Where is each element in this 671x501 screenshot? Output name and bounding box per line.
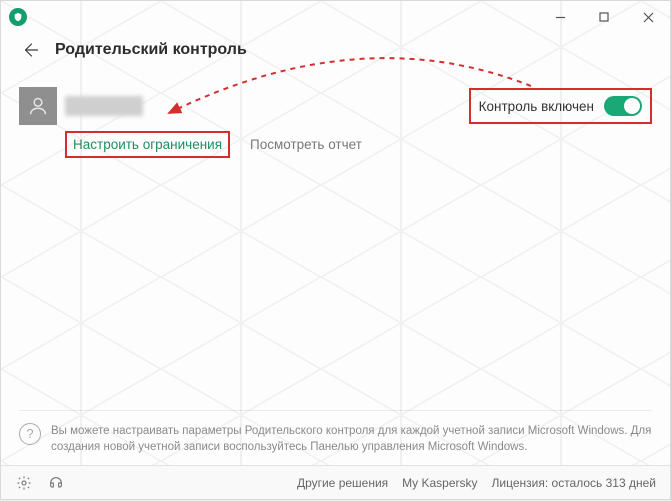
- view-report-link[interactable]: Посмотреть отчет: [250, 137, 362, 152]
- minimize-button[interactable]: [538, 3, 582, 31]
- titlebar: [1, 1, 670, 33]
- control-toggle-group: Контроль включен: [469, 88, 652, 124]
- other-solutions-link[interactable]: Другие решения: [297, 476, 388, 490]
- configure-restrictions-link[interactable]: Настроить ограничения: [65, 131, 230, 158]
- header: Родительский контроль: [1, 33, 670, 75]
- back-button[interactable]: [19, 39, 41, 61]
- footer-tip: ? Вы можете настраивать параметры Родите…: [19, 410, 652, 455]
- control-toggle-label: Контроль включен: [479, 99, 594, 114]
- support-icon[interactable]: [47, 474, 65, 492]
- control-toggle-switch[interactable]: [604, 96, 642, 116]
- my-kaspersky-link[interactable]: My Kaspersky: [402, 476, 477, 490]
- user-row: Контроль включен: [19, 87, 652, 125]
- app-logo-icon: [9, 8, 27, 26]
- info-icon: ?: [19, 423, 41, 445]
- maximize-button[interactable]: [582, 3, 626, 31]
- page-title: Родительский контроль: [55, 41, 247, 59]
- bottom-bar: Другие решения My Kaspersky Лицензия: ос…: [1, 465, 670, 499]
- avatar: [19, 87, 57, 125]
- license-link[interactable]: Лицензия: осталось 313 дней: [492, 476, 656, 490]
- settings-icon[interactable]: [15, 474, 33, 492]
- close-button[interactable]: [626, 3, 670, 31]
- username-redacted: [65, 96, 143, 116]
- footer-tip-text: Вы можете настраивать параметры Родитель…: [51, 423, 652, 455]
